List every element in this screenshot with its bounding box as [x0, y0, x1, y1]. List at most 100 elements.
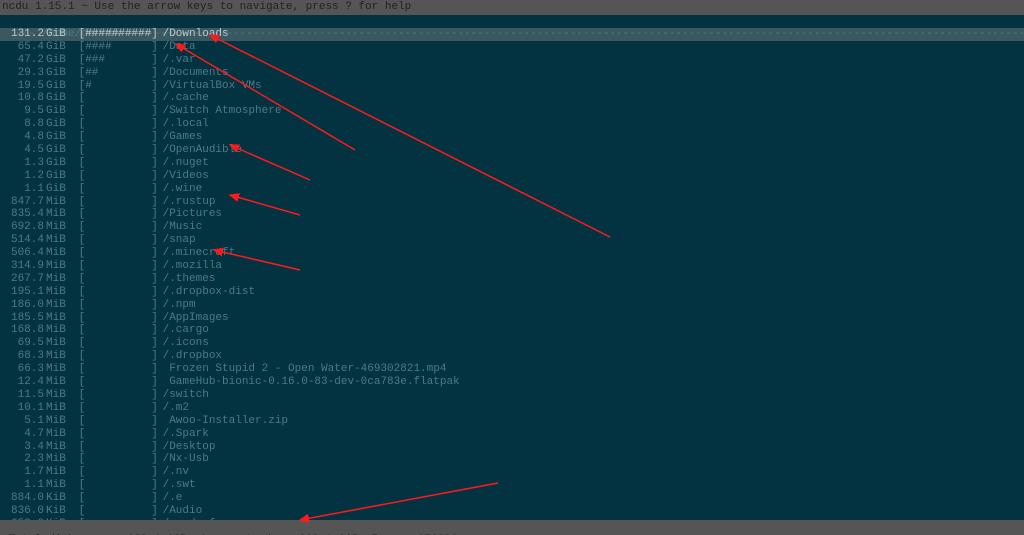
current-path: --- /home/derrik -----------------------… [0, 15, 1024, 28]
list-item[interactable]: 4.5GiB [ ]/OpenAudible [0, 144, 1024, 157]
size-value: 1.1 [2, 479, 44, 492]
size-unit: GiB [44, 92, 72, 105]
list-item[interactable]: 66.3MiB [ ] Frozen Stupid 2 - Open Water… [0, 363, 1024, 376]
size-unit: MiB [44, 453, 72, 466]
list-item[interactable]: 186.0MiB [ ]/.npm [0, 299, 1024, 312]
usage-bar: [# ] [79, 80, 159, 93]
status-bar: Total disk usage: 339.4 GiB Apparent siz… [0, 520, 1024, 535]
usage-bar: [ ] [79, 260, 159, 273]
usage-bar: [#### ] [79, 41, 159, 54]
item-name: /Games [159, 131, 203, 144]
item-name: /.cargo [159, 324, 209, 337]
list-item[interactable]: 1.7MiB [ ]/.nv [0, 466, 1024, 479]
item-name: /.m2 [159, 402, 189, 415]
list-item[interactable]: 835.4MiB [ ]/Pictures [0, 208, 1024, 221]
size-value: 2.3 [2, 453, 44, 466]
list-item[interactable]: 4.8GiB [ ]/Games [0, 131, 1024, 144]
list-item[interactable]: 1.1MiB [ ]/.swt [0, 479, 1024, 492]
item-name: /.mozilla [159, 260, 222, 273]
list-item[interactable]: 847.7MiB [ ]/.rustup [0, 196, 1024, 209]
item-name: /.minecraft [159, 247, 236, 260]
size-unit: KiB [44, 492, 72, 505]
usage-bar: [ ] [79, 376, 159, 389]
item-name: /.e [159, 492, 183, 505]
usage-bar: [ ] [79, 234, 159, 247]
item-name: /.dropbox [159, 350, 222, 363]
size-value: 4.8 [2, 131, 44, 144]
size-value: 8.8 [2, 118, 44, 131]
usage-bar: [ ] [79, 428, 159, 441]
list-item[interactable]: 8.8GiB [ ]/.local [0, 118, 1024, 131]
list-item[interactable]: 65.4GiB [#### ]/Data [0, 41, 1024, 54]
usage-bar: [ ] [79, 247, 159, 260]
list-item[interactable]: 506.4MiB [ ]/.minecraft [0, 247, 1024, 260]
size-unit: MiB [44, 466, 72, 479]
item-name: /.themes [159, 273, 216, 286]
list-item[interactable]: 3.4MiB [ ]/Desktop [0, 441, 1024, 454]
item-name: /.cache [159, 92, 209, 105]
size-value: 1.3 [2, 157, 44, 170]
list-item[interactable]: 692.8MiB [ ]/Music [0, 221, 1024, 234]
list-item[interactable]: 68.3MiB [ ]/.dropbox [0, 350, 1024, 363]
size-unit: MiB [44, 324, 72, 337]
list-item[interactable]: 314.9MiB [ ]/.mozilla [0, 260, 1024, 273]
list-item[interactable]: 69.5MiB [ ]/.icons [0, 337, 1024, 350]
usage-bar: [ ] [79, 208, 159, 221]
list-item[interactable]: 19.5GiB [# ]/VirtualBox VMs [0, 80, 1024, 93]
size-unit: MiB [44, 376, 72, 389]
usage-bar: [ ] [79, 170, 159, 183]
usage-bar: [ ] [79, 105, 159, 118]
usage-bar: [ ] [79, 144, 159, 157]
list-item[interactable]: 11.5MiB [ ]/switch [0, 389, 1024, 402]
size-unit: GiB [44, 170, 72, 183]
size-value: 131.2 [2, 28, 44, 41]
list-item[interactable]: 185.5MiB [ ]/AppImages [0, 312, 1024, 325]
size-unit: GiB [44, 157, 72, 170]
list-item[interactable]: 2.3MiB [ ]/Nx-Usb [0, 453, 1024, 466]
list-item[interactable]: 195.1MiB [ ]/.dropbox-dist [0, 286, 1024, 299]
size-unit: MiB [44, 337, 72, 350]
size-unit: GiB [44, 183, 72, 196]
list-item[interactable]: 836.0KiB [ ]/Audio [0, 505, 1024, 518]
list-item[interactable]: 514.4MiB [ ]/snap [0, 234, 1024, 247]
usage-bar: [ ] [79, 273, 159, 286]
size-value: 69.5 [2, 337, 44, 350]
size-unit: MiB [44, 260, 72, 273]
size-unit: MiB [44, 350, 72, 363]
size-value: 1.2 [2, 170, 44, 183]
item-name: /Music [159, 221, 203, 234]
file-list[interactable]: 131.2GiB [##########]/Downloads65.4GiB [… [0, 28, 1024, 535]
list-item[interactable]: 1.2GiB [ ]/Videos [0, 170, 1024, 183]
list-item[interactable]: 47.2GiB [### ]/.var [0, 54, 1024, 67]
usage-bar: [ ] [79, 363, 159, 376]
list-item[interactable]: 4.7MiB [ ]/.Spark [0, 428, 1024, 441]
list-item[interactable]: 29.3GiB [## ]/Documents [0, 67, 1024, 80]
size-value: 835.4 [2, 208, 44, 221]
list-item[interactable]: 884.0KiB [ ]/.e [0, 492, 1024, 505]
item-name: Frozen Stupid 2 - Open Water-469302821.m… [159, 363, 447, 376]
list-item[interactable]: 12.4MiB [ ] GameHub-bionic-0.16.0-83-dev… [0, 376, 1024, 389]
usage-bar: [ ] [79, 286, 159, 299]
size-value: 29.3 [2, 67, 44, 80]
size-unit: KiB [44, 505, 72, 518]
usage-bar: [ ] [79, 183, 159, 196]
list-item[interactable]: 267.7MiB [ ]/.themes [0, 273, 1024, 286]
size-unit: MiB [44, 415, 72, 428]
list-item[interactable]: 1.3GiB [ ]/.nuget [0, 157, 1024, 170]
size-value: 506.4 [2, 247, 44, 260]
list-item[interactable]: 5.1MiB [ ] Awoo-Installer.zip [0, 415, 1024, 428]
size-value: 4.5 [2, 144, 44, 157]
list-item[interactable]: 10.1MiB [ ]/.m2 [0, 402, 1024, 415]
usage-bar: [##########] [79, 28, 159, 41]
item-name: /.var [159, 54, 196, 67]
usage-bar: [ ] [79, 312, 159, 325]
size-value: 3.4 [2, 441, 44, 454]
list-item[interactable]: 9.5GiB [ ]/Switch Atmosphere [0, 105, 1024, 118]
list-item[interactable]: 1.1GiB [ ]/.wine [0, 183, 1024, 196]
list-item[interactable]: 10.8GiB [ ]/.cache [0, 92, 1024, 105]
size-unit: GiB [44, 28, 72, 41]
size-value: 267.7 [2, 273, 44, 286]
list-item[interactable]: 168.8MiB [ ]/.cargo [0, 324, 1024, 337]
size-unit: MiB [44, 402, 72, 415]
size-value: 11.5 [2, 389, 44, 402]
